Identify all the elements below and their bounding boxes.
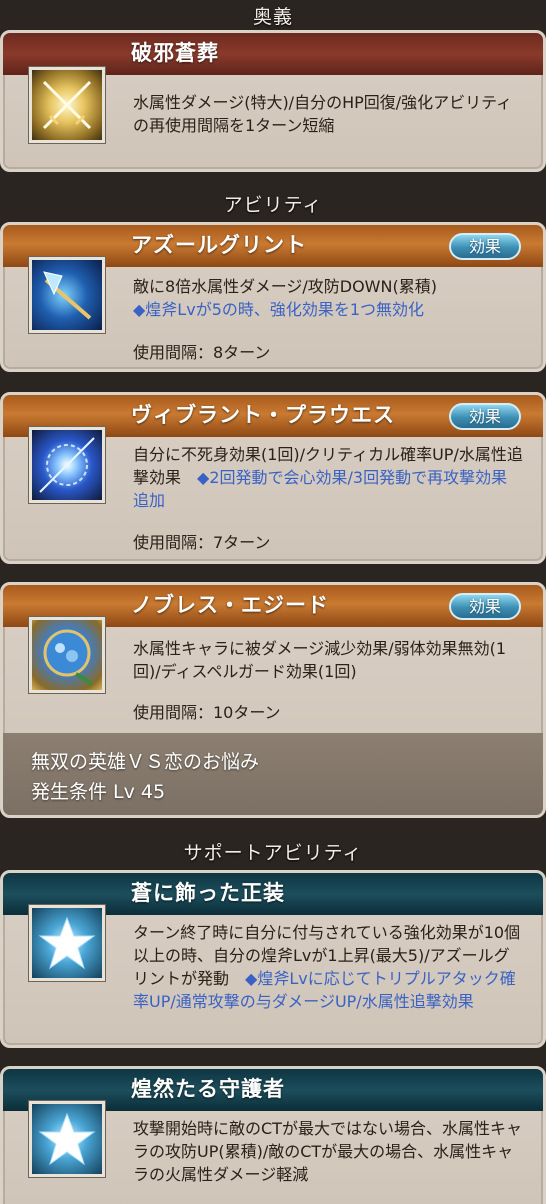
support-description: 攻撃開始時に敵のCTが最大ではない場合、水属性キャラの攻防UP(累積)/敵のCT… — [133, 1119, 522, 1184]
ability-cooldown: 使用間隔：7ターン — [133, 533, 271, 552]
star-icon — [29, 905, 105, 981]
ability-description: 敵に8倍水属性ダメージ/攻防DOWN(累積) ◆煌斧Lvが5の時、強化効果を1つ… — [133, 277, 437, 319]
ability-description: 自分に不死身効果(1回)/クリティカル確率UP/水属性追撃効果 ◆2回発動で会心… — [133, 445, 523, 510]
support-description: ターン終了時に自分に付与されている強化効果が10個以上の時、自分の煌斧Lvが1上… — [133, 923, 521, 1011]
blue-orb-icon — [29, 427, 105, 503]
support-card-1: 蒼に飾った正装 ターン終了時に自分に付与されている強化効果が10個以上の時、自分… — [0, 870, 546, 1048]
ability-description: 水属性キャラに被ダメージ減少効果/弱体効果無効(1回)/ディスペルガード効果(1… — [133, 639, 507, 681]
section-title-support: サポートアビリティ — [183, 842, 363, 864]
ability-card-1: アズールグリント 効果 敵に8倍水属性ダメージ/攻防DOWN(累積) ◆煌斧Lv… — [0, 222, 546, 372]
section-title-ability: アビリティ — [223, 194, 323, 216]
ability-note: ◆煌斧Lvが5の時、強化効果を1つ無効化 — [133, 300, 425, 319]
unlock-quest-title: 無双の英雄ＶＳ恋のお悩み — [31, 751, 260, 773]
ability-card-2: ヴィブラント・プラウエス 効果 自分に不死身効果(1回)/クリティカル確率UP/… — [0, 392, 546, 564]
ability-cooldown: 使用間隔：10ターン — [133, 703, 281, 722]
crossed-swords-icon — [29, 67, 105, 143]
ability-card-3: ノブレス・エジード 効果 水属性キャラに被ダメージ減少効果/弱体効果無効(1回)… — [0, 582, 546, 818]
section-title-ougi: 奥義 — [252, 6, 293, 28]
axe-icon — [29, 257, 105, 333]
unlock-level: 発生条件 Lv 45 — [31, 781, 166, 803]
effect-badge-button[interactable]: 効果 — [449, 403, 521, 430]
unlock-condition: 無双の英雄ＶＳ恋のお悩み 発生条件 Lv 45 — [3, 733, 543, 815]
star-icon — [29, 1101, 105, 1177]
support-card-2: 煌然たる守護者 攻撃開始時に敵のCTが最大ではない場合、水属性キャラの攻防UP(… — [0, 1066, 546, 1204]
ougi-description: 水属性ダメージ(特大)/自分のHP回復/強化アビリティの再使用間隔を1ターン短縮 — [133, 93, 513, 135]
effect-badge-button[interactable]: 効果 — [449, 593, 521, 620]
ougi-card: 破邪蒼葬 水属性ダメージ(特大)/自分のHP回復/強化アビリティの再使用間隔を1… — [0, 30, 546, 172]
blue-shield-icon — [29, 617, 105, 693]
ability-cooldown: 使用間隔：8ターン — [133, 343, 271, 362]
effect-badge-button[interactable]: 効果 — [449, 233, 521, 260]
